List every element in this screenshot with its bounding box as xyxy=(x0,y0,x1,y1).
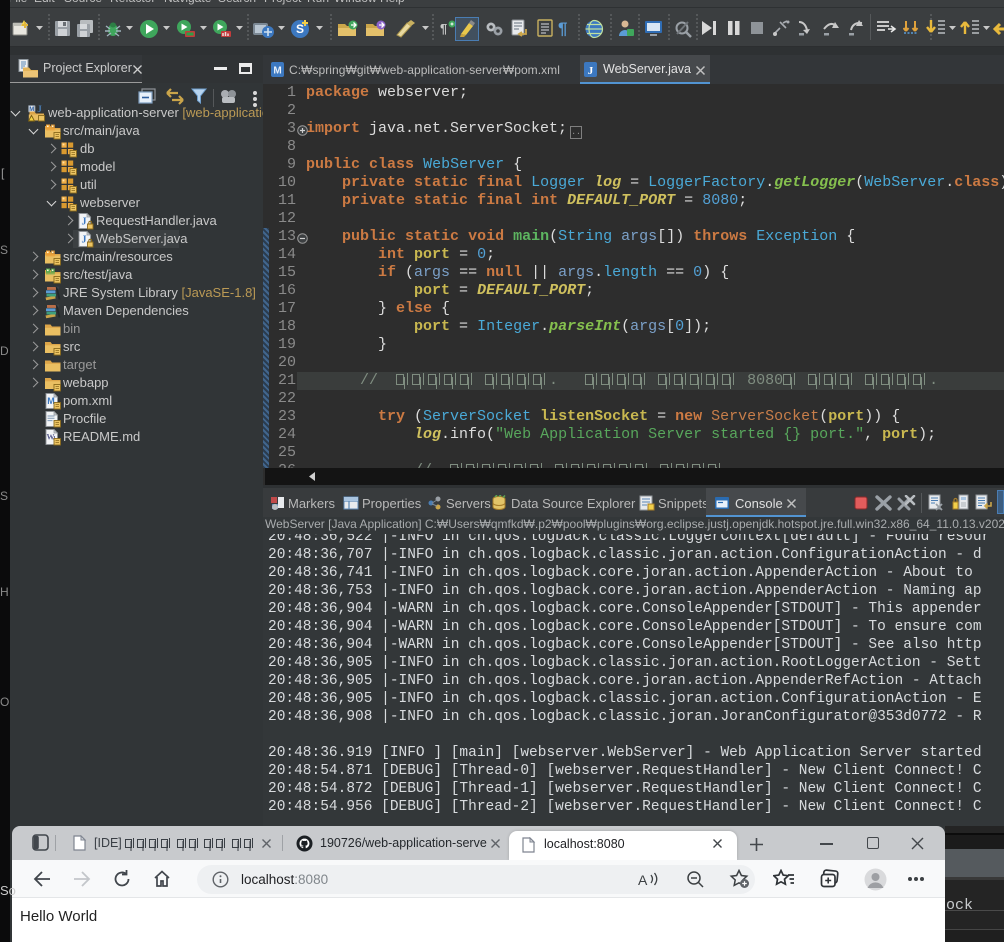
svg-text:S: S xyxy=(296,22,304,36)
svg-text:M: M xyxy=(273,66,281,77)
svg-text:J: J xyxy=(37,105,42,114)
svg-text:A: A xyxy=(638,872,648,888)
svg-text:W: W xyxy=(47,433,55,442)
svg-text:J: J xyxy=(82,235,87,246)
svg-text:J: J xyxy=(82,217,87,228)
svg-text:J: J xyxy=(588,65,594,77)
svg-text:¶: ¶ xyxy=(440,21,447,36)
